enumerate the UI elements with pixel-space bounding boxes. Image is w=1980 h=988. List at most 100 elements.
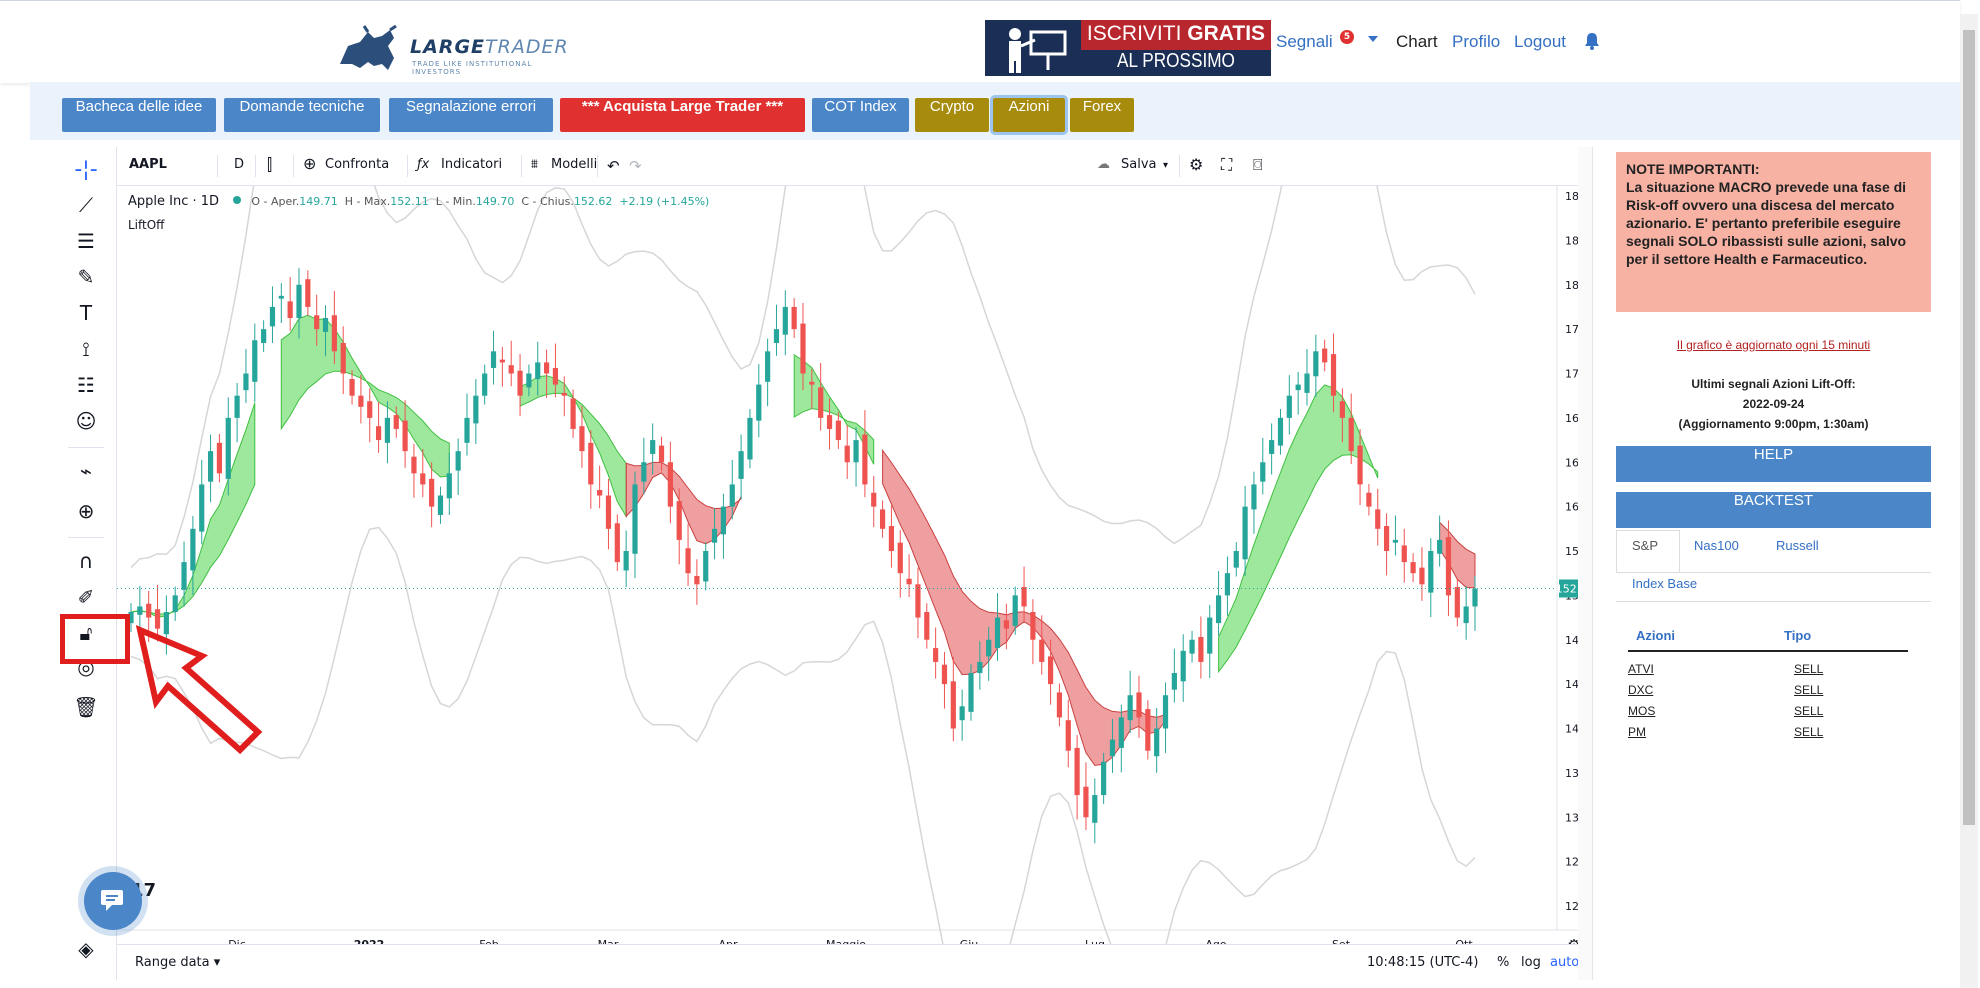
nav-logout[interactable]: Logout (1514, 32, 1566, 52)
lock-pencil-icon[interactable]: ✐ (72, 583, 100, 611)
candle-body (358, 395, 364, 407)
candle-body (1145, 709, 1151, 751)
log-toggle[interactable]: log (1521, 955, 1541, 970)
candle-body (1065, 720, 1071, 751)
candle-body (1056, 692, 1063, 718)
zoom-in-icon[interactable]: ⊕ (72, 497, 100, 525)
signal-type[interactable]: SELL (1794, 662, 1823, 676)
signal-symbol[interactable]: MOS (1628, 704, 1655, 718)
tab-index-base[interactable]: Index Base (1632, 576, 1697, 591)
candle-body (623, 551, 629, 571)
candle-body (897, 542, 903, 574)
save-chevron-icon[interactable]: ▾ (1163, 160, 1168, 171)
candle-body (393, 415, 399, 429)
col-azioni: Azioni (1636, 628, 1675, 643)
tab-nas100[interactable]: Nas100 (1694, 538, 1739, 553)
trend-line-icon[interactable]: ⟋ (72, 191, 100, 219)
templates-button[interactable]: Modelli (551, 157, 597, 172)
signal-type[interactable]: SELL (1794, 683, 1823, 697)
candle-body (1118, 717, 1124, 748)
candle-body (1083, 786, 1089, 818)
brush-icon[interactable]: ✎ (72, 263, 100, 291)
backtest-button[interactable]: BACKTEST (1616, 492, 1931, 528)
candle-body (1295, 384, 1301, 391)
nav-chart[interactable]: Chart (1396, 32, 1438, 52)
cot-index-button[interactable]: COT Index (812, 98, 909, 132)
candle-body (225, 417, 231, 479)
settings-gear-icon[interactable]: ⚙ (1189, 155, 1203, 174)
trash-icon[interactable]: 🗑︎ (72, 693, 100, 721)
forex-button[interactable]: Forex (1070, 98, 1134, 132)
candle-body (738, 451, 744, 479)
pattern-icon[interactable]: ⟟ (72, 335, 100, 363)
percent-toggle[interactable]: % (1497, 955, 1509, 970)
candle-body (437, 495, 444, 515)
signal-symbol[interactable]: ATVI (1628, 662, 1654, 676)
fullscreen-icon[interactable]: ⛶ (1221, 155, 1232, 175)
signal-type[interactable]: SELL (1794, 704, 1823, 718)
segnalazione-errori-button[interactable]: Segnalazione errori (389, 98, 553, 132)
help-button[interactable]: HELP (1616, 446, 1931, 482)
candle-body (1428, 551, 1434, 593)
candle-body (552, 367, 559, 385)
note-title: NOTE IMPORTANTI: (1626, 161, 1760, 177)
crypto-button[interactable]: Crypto (915, 98, 989, 132)
candle-body (1277, 417, 1284, 446)
course-banner[interactable]: ISCRIVITI GRATIS AL PROSSIMO CORSO (985, 20, 1271, 76)
layers-icon[interactable]: ◈ (72, 935, 100, 963)
large-trader-logo[interactable]: LARGETRADER TRADE LIKE INSTITUTIONAL INV… (338, 24, 578, 76)
auto-toggle[interactable]: auto (1550, 955, 1579, 970)
candle-body (782, 306, 788, 335)
tab-sp[interactable]: S&P (1632, 538, 1658, 553)
price-chart[interactable]: 188.00184.00180.00176.00172.00168.00164.… (117, 186, 1592, 980)
chevron-down-icon[interactable] (1368, 36, 1378, 42)
candle-body (314, 315, 320, 330)
nav-profilo[interactable]: Profilo (1452, 32, 1500, 52)
candle-body (1366, 492, 1372, 507)
candle-body (1445, 537, 1452, 596)
indicators-button[interactable]: Indicatori (441, 157, 502, 172)
segnali-badge: 5 (1340, 30, 1354, 44)
candle-body (1322, 348, 1328, 363)
symbol-search[interactable]: AAPL (129, 157, 167, 172)
bacheca-idee-button[interactable]: Bacheca delle idee (62, 98, 216, 132)
undo-icon[interactable]: ↶ (607, 157, 620, 175)
candle-body (1269, 440, 1275, 454)
camera-icon[interactable]: ⌼ (1253, 155, 1263, 175)
candle-type-icon[interactable]: ⫿ (267, 155, 272, 175)
nav-segnali[interactable]: Segnali (1276, 32, 1333, 52)
magnet-icon[interactable]: ∩ (72, 547, 100, 575)
candle-body (172, 595, 178, 613)
fib-levels-icon[interactable]: ☰ (72, 227, 100, 255)
text-tool-icon[interactable]: T (72, 299, 100, 327)
signal-symbol[interactable]: PM (1628, 725, 1646, 739)
compare-button[interactable]: Confronta (325, 157, 389, 172)
interval-button[interactable]: D (234, 157, 244, 172)
clock-time[interactable]: 10:48:15 (UTC-4) (1367, 955, 1478, 970)
bell-icon[interactable] (1584, 32, 1600, 50)
indicator-legend[interactable]: LiftOff (128, 218, 164, 232)
date-range-button[interactable]: Range data ▾ (135, 955, 220, 970)
emoji-icon[interactable]: ☺ (72, 407, 100, 435)
candle-body (261, 329, 267, 343)
candle-body (968, 673, 974, 712)
chat-button[interactable] (84, 872, 142, 930)
candle-body (349, 379, 355, 396)
signal-type[interactable]: SELL (1794, 725, 1823, 739)
update-frequency-link[interactable]: Il grafico è aggiornato ogni 15 minuti (1616, 338, 1931, 352)
banner-line2: AL PROSSIMO CORSO (1117, 50, 1235, 76)
redo-icon[interactable]: ↷ (629, 157, 642, 175)
candle-body (1357, 445, 1363, 485)
ruler-icon[interactable]: ⌁ (72, 457, 100, 485)
tab-russell[interactable]: Russell (1776, 538, 1819, 553)
azioni-button[interactable]: Azioni (990, 95, 1068, 135)
save-button[interactable]: Salva (1121, 157, 1157, 172)
acquista-large-trader-button[interactable]: *** Acquista Large Trader *** (560, 98, 805, 132)
chart-panel-scrollbar[interactable] (1578, 147, 1592, 980)
signal-symbol[interactable]: DXC (1628, 683, 1653, 697)
prediction-icon[interactable]: ☷ (72, 371, 100, 399)
crosshair-icon[interactable]: -¦- (72, 155, 100, 183)
candle-body (650, 440, 656, 454)
page-scrollbar-thumb[interactable] (1963, 30, 1975, 825)
domande-tecniche-button[interactable]: Domande tecniche (224, 98, 380, 132)
